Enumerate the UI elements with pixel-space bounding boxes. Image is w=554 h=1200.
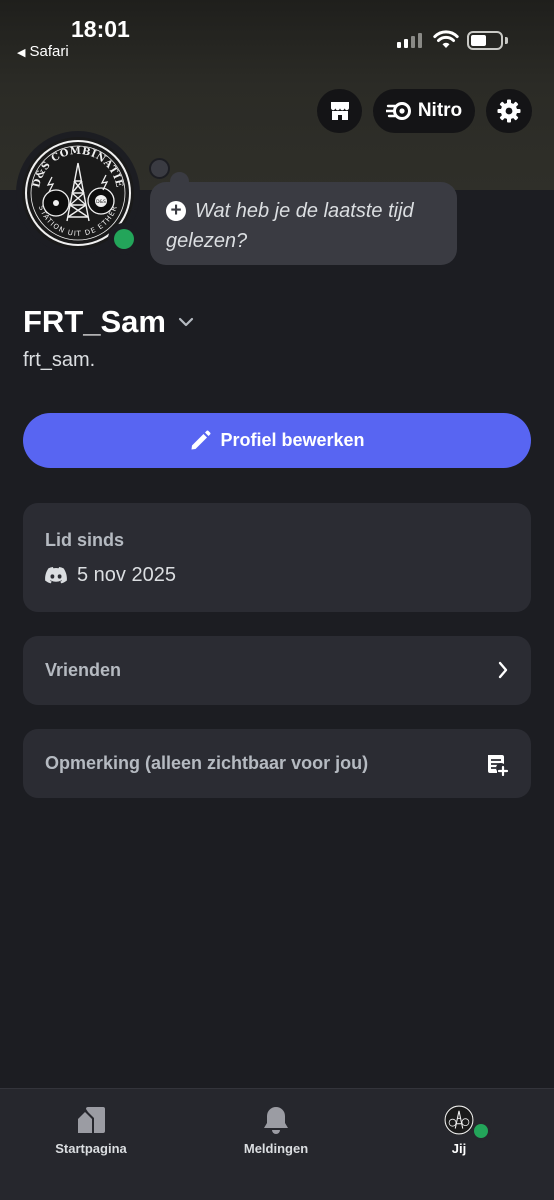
thought-placeholder: Wat heb je de laatste tijd gelezen? [166,200,414,252]
edit-profile-label: Profiel bewerken [220,430,365,450]
battery-tip [505,37,508,44]
nav-label-home: Startpagina [55,1141,127,1156]
bell-icon [264,1107,288,1134]
shop-button[interactable] [317,89,362,133]
chevron-right-icon [498,661,508,679]
nitro-label: Nitro [417,100,463,121]
note-row[interactable]: Opmerking (alleen zichtbaar voor jou) [23,729,531,798]
back-app-label: Safari [29,43,69,60]
home-icon [78,1107,105,1133]
username: frt_sam. [23,349,96,371]
mini-online-indicator [474,1124,488,1138]
note-add-icon [488,755,509,776]
avatar-badge-text: D&S [96,199,106,205]
member-since-label: Lid sinds [45,530,125,550]
display-name[interactable]: FRT_Sam [23,304,166,340]
shop-icon [330,102,349,120]
nitro-button[interactable]: Nitro [373,89,475,133]
nav-tab-home[interactable]: Startpagina [16,1089,166,1169]
wifi-icon [433,30,459,48]
thought-bubble-dot [149,158,170,179]
edit-profile-button[interactable]: Profiel bewerken [23,413,531,468]
pencil-icon [191,430,211,449]
nav-label-notifications: Meldingen [243,1141,309,1156]
nav-tab-notifications[interactable]: Meldingen [201,1089,351,1169]
mini-avatar [444,1105,474,1135]
bottom-navigation: Startpagina Meldingen Jij [0,1088,554,1200]
battery-icon [467,31,503,50]
mini-station-logo-image [444,1105,474,1135]
back-triangle-icon: ◀ [17,47,26,59]
nav-tab-you[interactable]: Jij [384,1089,534,1169]
friends-label: Vrienden [45,660,122,680]
status-time: 18:01 [71,16,130,42]
cellular-signal-icon [397,33,422,48]
online-status-indicator [114,229,134,249]
status-thought-input[interactable]: + Wat heb je de laatste tijd gelezen? [150,182,457,265]
member-since-row: 5 nov 2025 [45,564,176,587]
nav-label-you: Jij [451,1141,467,1156]
note-label: Opmerking (alleen zichtbaar voor jou) [45,753,369,773]
friends-row[interactable]: Vrienden [23,636,531,705]
settings-button[interactable] [486,89,532,133]
chevron-down-icon[interactable] [178,317,194,327]
back-to-app-link[interactable]: ◀ Safari [17,43,69,60]
member-since-card: Lid sinds 5 nov 2025 [23,503,531,612]
gear-icon [497,99,521,123]
plus-icon: + [166,201,186,221]
member-since-date: 5 nov 2025 [77,564,176,586]
discord-icon [45,567,67,584]
nitro-icon [385,102,411,120]
